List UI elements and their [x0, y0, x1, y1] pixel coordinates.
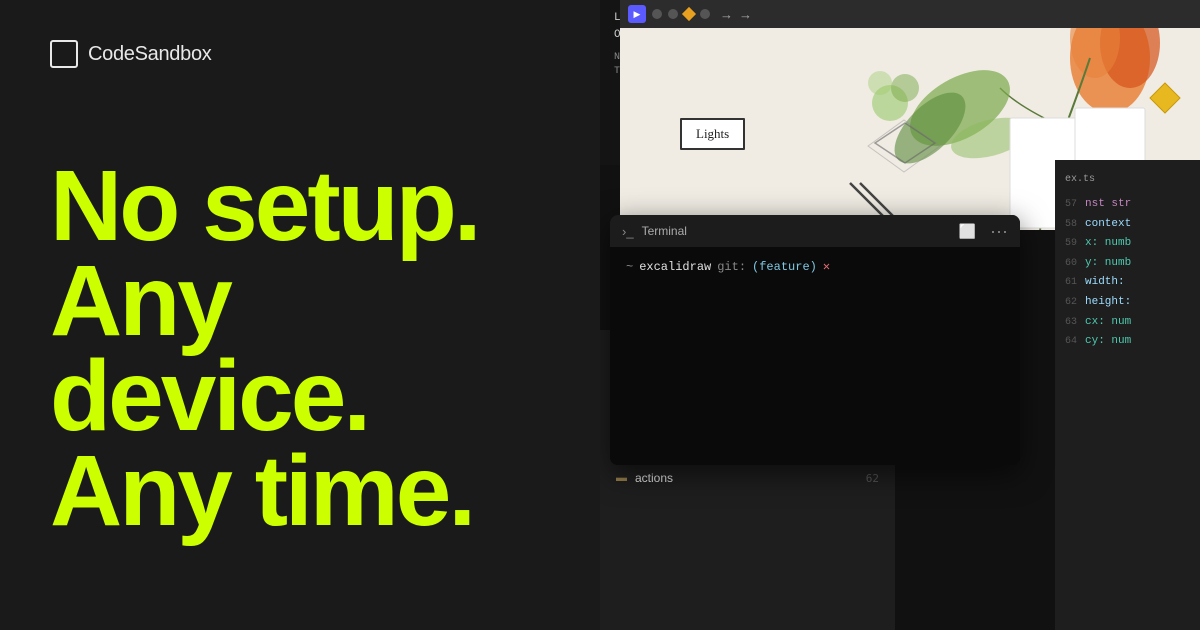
logo-area: CodeSandbox [50, 40, 570, 68]
arrow-icon: → [720, 7, 733, 22]
terminal-title: Terminal [642, 224, 951, 238]
code-line-number: 64 [1065, 334, 1085, 350]
terminal-expand-icon[interactable]: ⬜ [959, 223, 976, 240]
hero-line-3: Any time. [50, 444, 570, 539]
hero-line-2: Any device. [50, 254, 570, 444]
toolbar-dot-3 [700, 9, 710, 19]
code-line-content: height: [1085, 294, 1131, 312]
left-panel: CodeSandbox No setup. Any device. Any ti… [0, 0, 620, 630]
terminal-titlebar: ›_ Terminal ⬜ ··· [610, 215, 1020, 247]
code-line-number: 60 [1065, 256, 1085, 272]
code-line-content: nst str [1085, 196, 1131, 214]
terminal-body: ~ excalidraw git: (feature) ✕ [610, 247, 1020, 465]
code-line: 61width: [1055, 273, 1200, 293]
logo-text: CodeSandbox [88, 43, 211, 66]
code-line: 62height: [1055, 293, 1200, 313]
code-line-content: x: numb [1085, 235, 1131, 253]
code-filename: ex.ts [1055, 170, 1200, 189]
logo-icon [50, 40, 78, 68]
code-line-content: cx: num [1085, 314, 1131, 332]
code-line-number: 63 [1065, 315, 1085, 331]
line-number: 62 [866, 470, 879, 488]
terminal-arrow-icon: ›_ [622, 224, 634, 239]
arrow-right-icon: → [739, 7, 752, 22]
right-panel: Local: http://localhost:3000 On Your Net… [600, 0, 1200, 630]
lights-box: Lights [680, 118, 745, 150]
play-button[interactable]: ▶ [628, 5, 646, 23]
code-line-content: y: numb [1085, 255, 1131, 273]
file-name: actions [635, 469, 673, 488]
terminal-prompt: ~ excalidraw git: (feature) ✕ [626, 259, 1004, 274]
code-editor: ex.ts 57nst str58context59x: numb60y: nu… [1055, 160, 1200, 630]
code-line: 64cy: num [1055, 332, 1200, 352]
hero-text: No setup. Any device. Any time. [50, 108, 570, 590]
terminal-window: ›_ Terminal ⬜ ··· ~ excalidraw git: (fea… [610, 215, 1020, 465]
code-line: 60y: numb [1055, 254, 1200, 274]
code-line: 59x: numb [1055, 234, 1200, 254]
code-line-content: context [1085, 216, 1131, 234]
code-line-number: 59 [1065, 236, 1085, 252]
code-line: 58context [1055, 215, 1200, 235]
terminal-menu-icon[interactable]: ··· [990, 221, 1008, 242]
hero-line-1: No setup. [50, 159, 570, 254]
code-line-content: cy: num [1085, 333, 1131, 351]
file-item[interactable]: ▬ actions 62 [600, 466, 895, 491]
toolbar-dot-2 [668, 9, 678, 19]
design-toolbar: ▶ → → [620, 0, 1200, 28]
code-line-number: 58 [1065, 217, 1085, 233]
code-line-number: 57 [1065, 197, 1085, 213]
code-line-number: 62 [1065, 295, 1085, 311]
toolbar-dot-1 [652, 9, 662, 19]
code-line: 63cx: num [1055, 313, 1200, 333]
code-line-number: 61 [1065, 275, 1085, 291]
code-line-content: width: [1085, 274, 1125, 292]
code-line: 57nst str [1055, 195, 1200, 215]
toolbar-diamond [682, 7, 696, 21]
folder-icon: ▬ [616, 470, 627, 488]
